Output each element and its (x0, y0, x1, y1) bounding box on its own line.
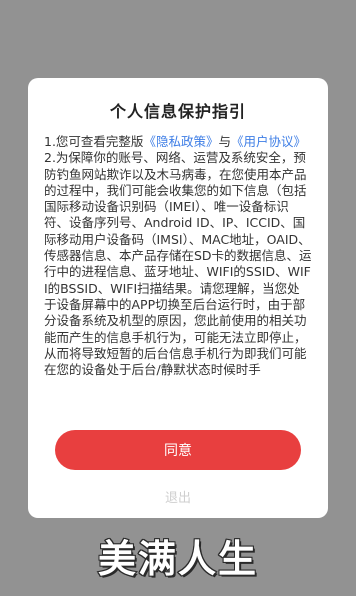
clause-1-prefix: 1.您可查看完整版 (44, 134, 144, 149)
dialog-title: 个人信息保护指引 (109, 102, 246, 121)
privacy-policy-link[interactable]: 《隐私政策》 (143, 134, 218, 149)
clause-1: 1.您可查看完整版《隐私政策》与《用户协议》 (44, 134, 312, 150)
clause-2: 2.为保障你的账号、网络、运营及系统安全，预防钓鱼网站欺诈以及木马病毒，在您使用… (44, 150, 312, 378)
clause-1-conjunction: 与 (218, 134, 231, 149)
privacy-content[interactable]: 1.您可查看完整版《隐私政策》与《用户协议》 2.为保障你的账号、网络、运营及系… (44, 134, 312, 417)
agree-button[interactable]: 同意 (55, 430, 301, 470)
exit-button[interactable]: 退出 (28, 487, 328, 506)
user-agreement-link[interactable]: 《用户协议》 (231, 134, 306, 149)
privacy-dialog: 个人信息保护指引 1.您可查看完整版《隐私政策》与《用户协议》 2.为保障你的账… (28, 78, 328, 518)
watermark-logo: 美满人生 (97, 536, 258, 582)
